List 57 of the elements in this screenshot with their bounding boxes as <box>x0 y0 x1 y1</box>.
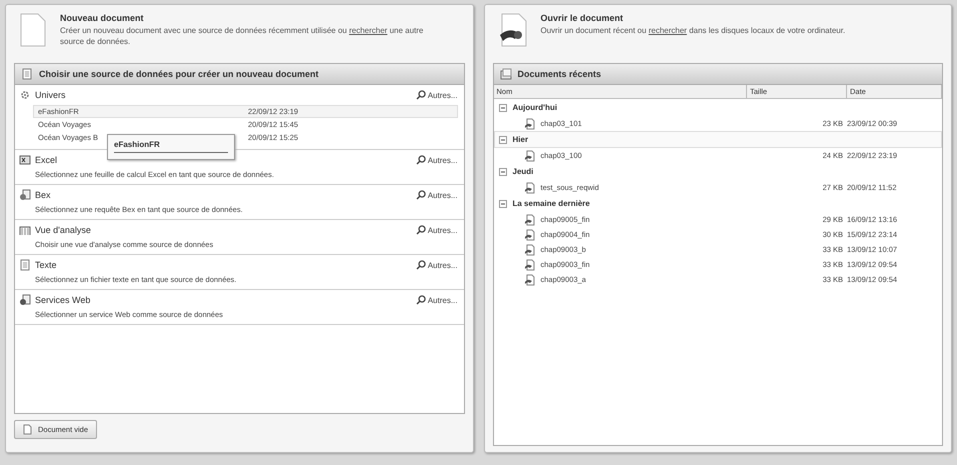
group-row[interactable]: Jeudi <box>494 163 942 180</box>
source-icon <box>19 189 31 201</box>
source-name[interactable]: Services Web <box>35 295 412 305</box>
panel-title: Documents récents <box>518 69 602 79</box>
document-icon <box>524 244 536 256</box>
document-icon <box>524 150 536 162</box>
group-row[interactable]: Hier <box>494 131 942 148</box>
tooltip: eFashionFR <box>107 134 235 160</box>
group-label: Jeudi <box>512 167 534 176</box>
section-title: Nouveau document <box>60 13 145 23</box>
panel-title: Choisir une source de données pour créer un nouveau document <box>39 69 319 79</box>
source-name[interactable]: Vue d'analyse <box>35 225 412 235</box>
collapse-icon[interactable] <box>498 200 506 208</box>
source-icon <box>19 89 31 101</box>
source-name[interactable]: Texte <box>35 260 412 270</box>
search-icon <box>416 190 426 200</box>
group-row[interactable]: La semaine dernière <box>494 195 942 212</box>
source-icon <box>19 294 31 306</box>
source-icon <box>19 154 31 166</box>
more-link[interactable]: Autres... <box>416 260 458 270</box>
source-icon <box>19 259 31 271</box>
section-description: Créer un nouveau document avec une source de données récemment utilisée ou rechercher une autre source de données. <box>60 25 424 47</box>
group-label: Hier <box>512 135 528 144</box>
search-icon <box>416 295 426 305</box>
search-icon <box>416 225 426 235</box>
section-description: Ouvrir un document récent ou rechercher dans les disques locaux de votre ordinateur. <box>540 25 846 36</box>
source-name[interactable]: Univers <box>35 90 412 100</box>
search-link[interactable]: rechercher <box>648 26 687 35</box>
collapse-icon[interactable] <box>498 168 506 176</box>
group-label: La semaine dernière <box>512 199 590 208</box>
document-icon <box>524 258 536 270</box>
page-icon <box>23 424 32 435</box>
source-name[interactable]: Bex <box>35 190 412 200</box>
search-icon <box>416 155 426 165</box>
more-link[interactable]: Autres... <box>416 190 458 200</box>
search-icon <box>416 90 426 100</box>
more-link[interactable]: Autres... <box>416 295 458 305</box>
document-icon <box>524 274 536 286</box>
search-icon <box>416 260 426 270</box>
collapse-icon[interactable] <box>498 104 506 112</box>
search-link[interactable]: rechercher <box>349 26 388 35</box>
more-link[interactable]: Autres... <box>416 225 458 235</box>
source-icon <box>19 224 31 236</box>
source-icon <box>21 68 33 80</box>
blank-page-icon <box>20 13 46 47</box>
document-icon <box>524 182 536 194</box>
section-title: Ouvrir le document <box>540 13 624 23</box>
group-row[interactable]: Aujourd'hui <box>494 99 942 116</box>
document-icon <box>524 214 536 226</box>
open-document-icon <box>498 13 526 47</box>
group-label: Aujourd'hui <box>512 103 558 112</box>
more-link[interactable]: Autres... <box>416 90 458 100</box>
more-link[interactable]: Autres... <box>416 155 458 165</box>
folder-icon <box>500 68 512 80</box>
collapse-icon[interactable] <box>498 136 506 144</box>
document-icon <box>524 228 536 240</box>
document-icon <box>524 118 536 130</box>
